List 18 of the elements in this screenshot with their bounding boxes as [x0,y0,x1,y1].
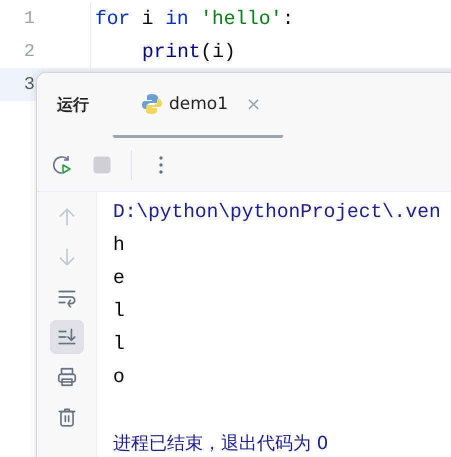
console-line: e [113,266,126,291]
console-line: o [113,365,126,390]
rerun-icon [51,154,73,176]
exit-message: 进程已结束，退出代码为 0 [113,432,330,456]
python-icon [141,93,163,115]
console-line: D:\python\pythonProject\.ven [113,200,442,225]
run-tab[interactable]: demo1 × [113,73,284,138]
stop-icon [93,156,111,174]
more-icon [159,156,163,174]
trash-icon [56,406,78,428]
code-line: print(i) [141,40,236,62]
scroll-to-end-button[interactable] [50,320,84,354]
console-line: h [113,233,126,258]
line-number: 1 [0,2,91,35]
console-line: l [113,299,126,324]
console-line: l [113,332,126,357]
print-icon [56,366,78,388]
code-line: for i in 'hello': [94,8,294,30]
